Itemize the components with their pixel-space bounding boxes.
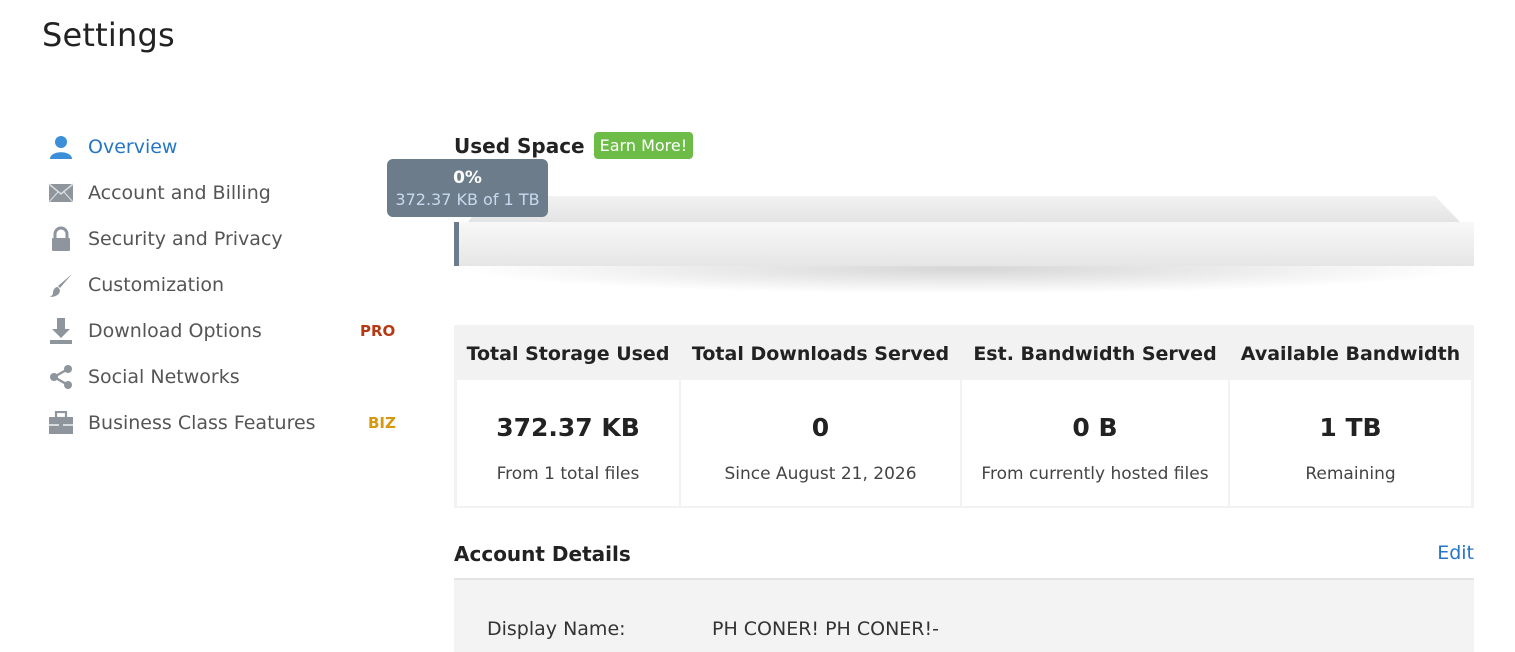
share-icon bbox=[46, 362, 76, 392]
stat-total-storage: Total Storage Used 372.37 KB From 1 tota… bbox=[456, 327, 680, 506]
lock-icon bbox=[46, 224, 76, 254]
stat-subtext: From currently hosted files bbox=[981, 464, 1209, 484]
stat-subtext: Since August 21, 2026 bbox=[724, 464, 917, 484]
stat-subtext: Remaining bbox=[1305, 464, 1396, 484]
storage-bar-top bbox=[468, 196, 1460, 222]
stat-value: 372.37 KB bbox=[496, 413, 640, 442]
sidebar-item-label: Download Options bbox=[88, 320, 262, 342]
download-icon bbox=[46, 316, 76, 346]
envelope-icon bbox=[46, 178, 76, 208]
sidebar-item-overview[interactable]: Overview bbox=[46, 124, 406, 170]
storage-bar-fill bbox=[454, 222, 459, 266]
stat-bandwidth-served: Est. Bandwidth Served 0 B From currently… bbox=[961, 327, 1229, 506]
briefcase-icon bbox=[46, 408, 76, 438]
settings-page: Settings Overview Account and Billing Se… bbox=[0, 0, 1515, 652]
earn-more-button[interactable]: Earn More! bbox=[593, 132, 694, 159]
stat-cell: 1 TB Remaining bbox=[1230, 380, 1471, 506]
sidebar-item-customization[interactable]: Customization bbox=[46, 262, 406, 308]
storage-bar-shadow bbox=[454, 266, 1474, 294]
sidebar-item-label: Business Class Features bbox=[88, 412, 316, 434]
account-details-panel: Display Name: PH CONER! PH CONER!- bbox=[454, 578, 1474, 652]
stat-cell: 372.37 KB From 1 total files bbox=[457, 380, 679, 506]
stat-header: Available Bandwidth bbox=[1229, 327, 1472, 380]
stat-header: Est. Bandwidth Served bbox=[961, 327, 1229, 380]
sidebar-item-label: Overview bbox=[88, 136, 178, 158]
stat-value: 1 TB bbox=[1319, 413, 1382, 442]
used-space-title: Used Space bbox=[454, 133, 585, 158]
account-edit-link[interactable]: Edit bbox=[1437, 542, 1474, 564]
user-icon bbox=[46, 132, 76, 162]
usage-stats-table: Total Storage Used 372.37 KB From 1 tota… bbox=[454, 325, 1474, 508]
stat-total-downloads: Total Downloads Served 0 Since August 21… bbox=[680, 327, 961, 506]
stat-cell: 0 B From currently hosted files bbox=[962, 380, 1228, 506]
sidebar-item-business-class[interactable]: Business Class Features BIZ bbox=[46, 400, 406, 446]
stat-header: Total Downloads Served bbox=[680, 327, 961, 380]
display-name-value: PH CONER! PH CONER!- bbox=[712, 618, 939, 640]
sidebar-item-security-privacy[interactable]: Security and Privacy bbox=[46, 216, 406, 262]
sidebar-item-label: Account and Billing bbox=[88, 182, 271, 204]
stat-cell: 0 Since August 21, 2026 bbox=[681, 380, 960, 506]
sidebar-item-social-networks[interactable]: Social Networks bbox=[46, 354, 406, 400]
stat-subtext: From 1 total files bbox=[496, 464, 640, 484]
brush-icon bbox=[46, 270, 76, 300]
display-name-label: Display Name: bbox=[487, 618, 626, 640]
pro-badge: PRO bbox=[360, 322, 396, 340]
account-details-title: Account Details bbox=[454, 542, 631, 566]
usage-percent: 0% bbox=[453, 168, 482, 188]
stat-value: 0 B bbox=[1072, 413, 1118, 442]
used-space-header: Used Space Earn More! bbox=[454, 132, 694, 159]
stat-value: 0 bbox=[811, 413, 830, 442]
sidebar-item-account-billing[interactable]: Account and Billing bbox=[46, 170, 406, 216]
sidebar-item-label: Customization bbox=[88, 274, 225, 296]
sidebar-item-download-options[interactable]: Download Options PRO bbox=[46, 308, 406, 354]
usage-amount: 372.37 KB of 1 TB bbox=[395, 190, 540, 209]
display-name-row: Display Name: PH CONER! PH CONER!- bbox=[487, 618, 939, 640]
storage-usage-bar bbox=[454, 190, 1474, 300]
settings-sidebar: Overview Account and Billing Security an… bbox=[46, 124, 406, 446]
stat-header: Total Storage Used bbox=[456, 327, 680, 380]
usage-tooltip: 0% 372.37 KB of 1 TB bbox=[387, 159, 548, 217]
sidebar-item-label: Security and Privacy bbox=[88, 228, 283, 250]
biz-badge: BIZ bbox=[368, 414, 396, 432]
sidebar-item-label: Social Networks bbox=[88, 366, 240, 388]
page-title: Settings bbox=[42, 16, 175, 54]
stat-available-bandwidth: Available Bandwidth 1 TB Remaining bbox=[1229, 327, 1472, 506]
storage-bar-track bbox=[454, 222, 1474, 266]
